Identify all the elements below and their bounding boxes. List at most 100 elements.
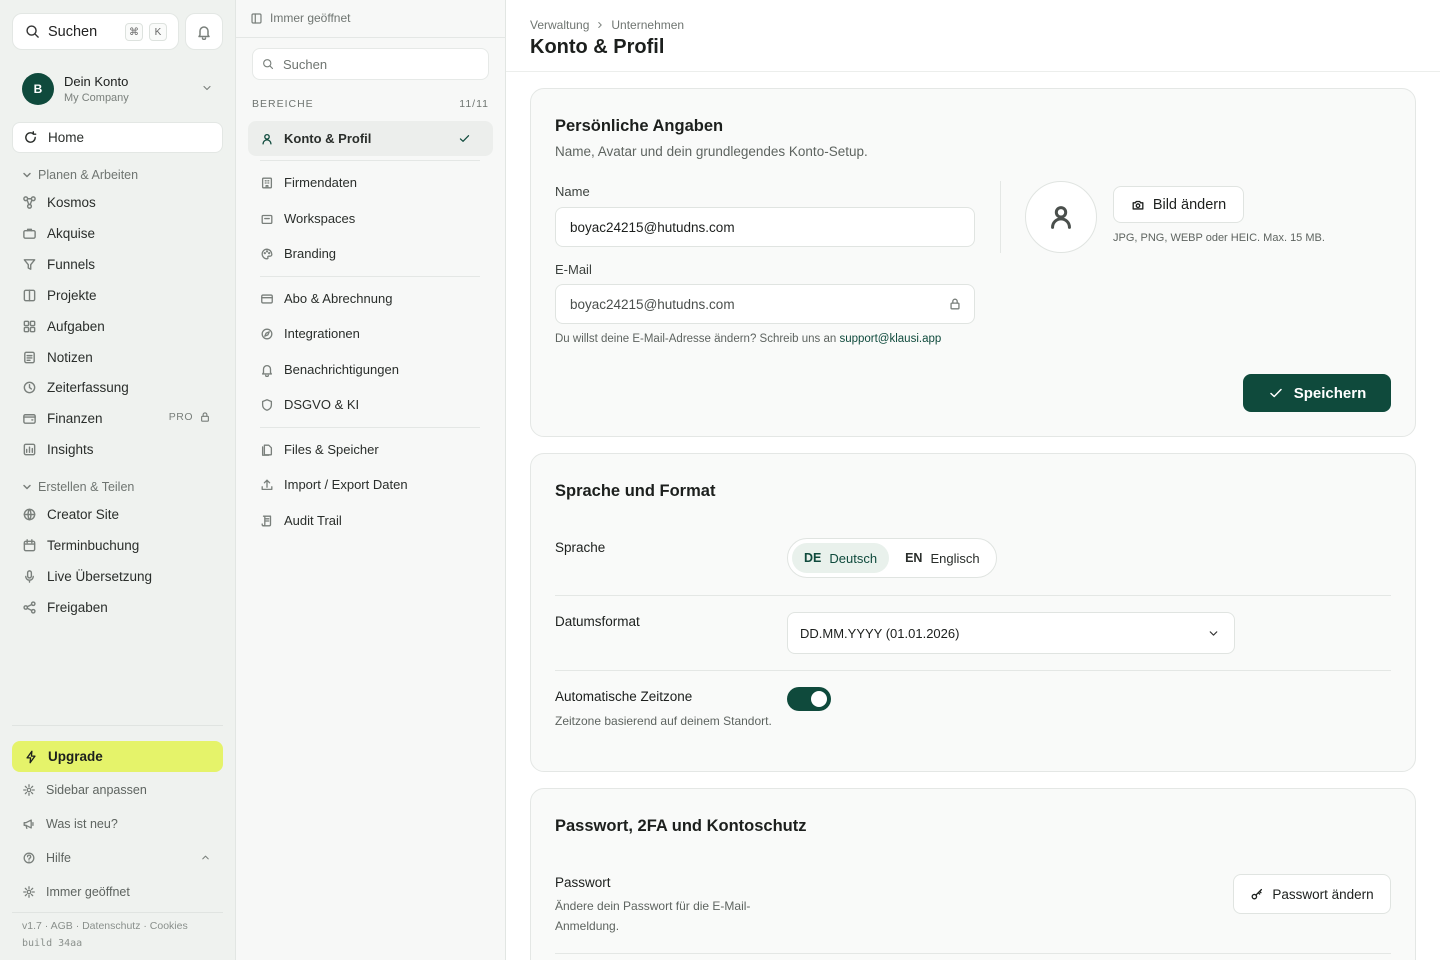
- whats-new-button[interactable]: Was ist neu?: [12, 810, 223, 838]
- change-image-button[interactable]: Bild ändern: [1113, 186, 1244, 223]
- name-label: Name: [555, 184, 590, 199]
- sidebar-group-create[interactable]: Erstellen & Teilen: [22, 480, 134, 494]
- breadcrumb-item[interactable]: Unternehmen: [611, 18, 684, 32]
- chevron-down-icon: [23, 172, 31, 178]
- chevron-up-icon: [202, 855, 209, 860]
- sidebar-group-label: Erstellen & Teilen: [38, 480, 135, 494]
- help-icon: [23, 852, 35, 864]
- bell-icon: [198, 25, 210, 40]
- gear-icon: [23, 886, 35, 898]
- panel-pin-toggle[interactable]: Immer geöffnet: [250, 11, 350, 25]
- email-label: E-Mail: [555, 262, 592, 277]
- globe-icon: [23, 508, 36, 521]
- settings-item-abo[interactable]: Abo & Abrechnung: [248, 281, 493, 316]
- sidebar-item-home[interactable]: Home: [12, 122, 223, 153]
- settings-item-files[interactable]: Files & Speicher: [248, 432, 493, 467]
- settings-item-label: Workspaces: [284, 211, 356, 226]
- bell-icon: [261, 364, 273, 377]
- sidebar-item-aufgaben[interactable]: Aufgaben: [12, 311, 223, 342]
- sidebar-customize-button[interactable]: Sidebar anpassen: [12, 776, 223, 804]
- settings-item-label: DSGVO & KI: [284, 397, 360, 412]
- settings-item-integrationen[interactable]: Integrationen: [248, 316, 493, 351]
- sidebar-search-label: Suchen: [48, 23, 98, 40]
- help-button[interactable]: Hilfe: [12, 844, 223, 872]
- support-email-link[interactable]: support@klausi.app: [839, 333, 941, 345]
- date-format-select[interactable]: DD.MM.YYYY (01.01.2026): [787, 612, 1235, 654]
- breadcrumb-item[interactable]: Verwaltung: [530, 18, 589, 32]
- row-divider: [555, 670, 1391, 671]
- calendar-icon: [23, 539, 36, 552]
- sidebar-panel-icon: [251, 12, 262, 24]
- auto-timezone-desc: Zeitzone basierend auf deinem Standort.: [555, 714, 772, 728]
- sidebar-item-live-uebersetzung[interactable]: Live Übersetzung: [12, 561, 223, 592]
- settings-item-label: Files & Speicher: [284, 442, 379, 457]
- settings-search-input[interactable]: Suchen: [252, 48, 489, 80]
- sidebar-item-label: Funnels: [47, 257, 96, 272]
- megaphone-icon: [23, 819, 34, 830]
- settings-item-import-export[interactable]: Import / Export Daten: [248, 467, 493, 502]
- always-open-button[interactable]: Immer geöffnet: [12, 878, 223, 906]
- pro-badge-label: PRO: [168, 411, 193, 423]
- profile-avatar[interactable]: [1025, 181, 1097, 253]
- panel-header-label: Immer geöffnet: [270, 11, 351, 25]
- microphone-icon: [25, 570, 34, 583]
- page-title: Konto & Profil: [530, 36, 665, 58]
- settings-divider: [260, 427, 480, 428]
- sidebar-item-finanzen[interactable]: Finanzen PRO: [12, 403, 223, 434]
- folder-icon: [261, 214, 273, 224]
- sidebar-item-notizen[interactable]: Notizen: [12, 342, 223, 373]
- email-hint: Du willst deine E-Mail-Adresse ändern? S…: [555, 333, 941, 345]
- sidebar-item-insights[interactable]: Insights: [12, 434, 223, 465]
- kbd-cmd: ⌘: [125, 23, 143, 41]
- sidebar-item-kosmos[interactable]: Kosmos: [12, 187, 223, 218]
- sidebar-item-akquise[interactable]: Akquise: [12, 218, 223, 249]
- upgrade-label: Upgrade: [48, 749, 103, 764]
- date-format-label: Datumsformat: [555, 614, 640, 629]
- language-option-en[interactable]: EN Englisch: [893, 543, 992, 573]
- header-divider: [506, 71, 1440, 72]
- name-input[interactable]: boyac24215@hutudns.com: [555, 207, 975, 247]
- search-icon: [263, 59, 274, 70]
- sidebar-search-button[interactable]: Suchen ⌘ K: [12, 13, 179, 50]
- sidebar-item-projekte[interactable]: Projekte: [12, 280, 223, 311]
- sidebar-divider: [12, 725, 223, 726]
- account-switcher[interactable]: B Dein Konto My Company: [12, 66, 223, 112]
- settings-item-label: Firmendaten: [284, 175, 357, 190]
- main-content: Verwaltung Unternehmen Konto & Profil Pe…: [506, 0, 1440, 960]
- upgrade-button[interactable]: Upgrade: [12, 741, 223, 772]
- settings-item-benachrichtigungen[interactable]: Benachrichtigungen: [248, 352, 493, 387]
- save-button[interactable]: Speichern: [1243, 374, 1391, 412]
- change-password-button[interactable]: Passwort ändern: [1233, 874, 1391, 914]
- email-field[interactable]: boyac24215@hutudns.com: [555, 284, 975, 324]
- shield-icon: [261, 398, 273, 411]
- user-icon: [262, 133, 272, 144]
- sidebar-item-creator-site[interactable]: Creator Site: [12, 499, 223, 530]
- search-icon: [26, 25, 39, 38]
- settings-item-dsgvo[interactable]: DSGVO & KI: [248, 387, 493, 422]
- settings-item-firmendaten[interactable]: Firmendaten: [248, 165, 493, 200]
- footer-divider: [12, 912, 223, 913]
- sidebar-item-terminbuchung[interactable]: Terminbuchung: [12, 530, 223, 561]
- sidebar-item-label: Freigaben: [47, 600, 108, 615]
- sidebar-item-zeiterfassung[interactable]: Zeiterfassung: [12, 372, 223, 403]
- sidebar-group-plan[interactable]: Planen & Arbeiten: [22, 168, 138, 182]
- settings-item-workspaces[interactable]: Workspaces: [248, 201, 493, 236]
- settings-item-konto-profil[interactable]: Konto & Profil: [248, 121, 493, 156]
- credit-card-icon: [261, 293, 273, 304]
- legal-links[interactable]: v1.7 · AGB · Datenschutz · Cookies: [22, 920, 188, 932]
- sidebar-item-funnels[interactable]: Funnels: [12, 249, 223, 280]
- auto-timezone-toggle[interactable]: [787, 687, 831, 711]
- settings-item-label: Abo & Abrechnung: [284, 291, 393, 306]
- settings-item-audit-trail[interactable]: Audit Trail: [248, 503, 493, 538]
- kbd-k: K: [149, 23, 167, 41]
- settings-item-branding[interactable]: Branding: [248, 236, 493, 271]
- language-segmented-control: DE Deutsch EN Englisch: [787, 538, 997, 578]
- section-count: 11/11: [459, 98, 489, 110]
- sidebar-item-freigaben[interactable]: Freigaben: [12, 592, 223, 623]
- account-company: My Company: [64, 92, 129, 104]
- email-field-value: boyac24215@hutudns.com: [570, 296, 735, 312]
- notifications-button[interactable]: [185, 13, 223, 50]
- language-option-de[interactable]: DE Deutsch: [792, 543, 890, 573]
- password-desc: Ändere dein Passwort für die E-Mail-Anme…: [555, 899, 751, 933]
- note-icon: [24, 351, 35, 364]
